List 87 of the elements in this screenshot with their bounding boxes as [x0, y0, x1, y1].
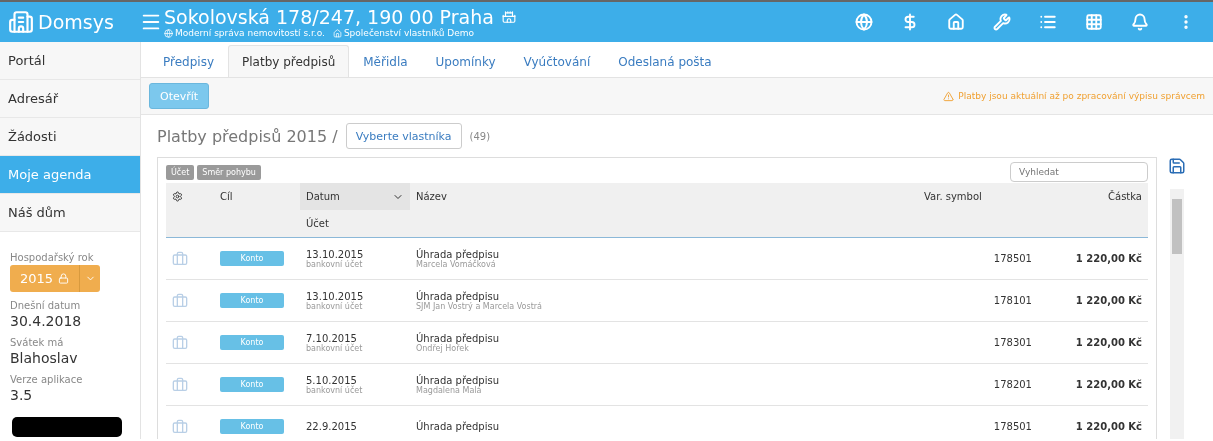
home-icon [332, 28, 342, 38]
symbol-cell: 178201 [993, 379, 1032, 390]
account-cell: bankovní účet [306, 301, 363, 311]
target-label: Konto [220, 377, 284, 392]
company-name: Moderní správa nemovitostí s.r.o. [175, 28, 325, 38]
column-header[interactable]: Datum [300, 183, 410, 210]
amount-cell: 1 220,00 Kč [1075, 379, 1142, 390]
payment-name: Úhrada předpisu [416, 421, 499, 432]
column-header[interactable]: Var. symbol [918, 183, 1038, 210]
briefcase-icon [172, 250, 188, 267]
scrollbar-track[interactable] [1170, 189, 1184, 439]
list-icon[interactable] [1039, 13, 1057, 31]
address-title: Sokolovská 178/247, 190 00 Praha [164, 6, 494, 28]
logo-text: Domsys [38, 11, 114, 33]
payment-name: Úhrada předpisu [416, 332, 499, 344]
date-cell: 13.10.2015 [306, 290, 364, 302]
settings-icon[interactable] [172, 191, 183, 202]
notifications-icon[interactable] [1131, 13, 1149, 31]
payment-name: Úhrada předpisu [416, 374, 499, 386]
briefcase-icon [172, 418, 188, 435]
info-label: Verze aplikace [10, 374, 84, 385]
tab[interactable]: Měřidla [349, 45, 422, 77]
tab[interactable]: Platby předpisů [228, 45, 350, 77]
date-cell: 22.9.2015 [306, 421, 357, 432]
symbol-cell: 178501 [993, 421, 1032, 432]
date-cell: 7.10.2015 [306, 332, 357, 344]
year-dropdown-button[interactable] [79, 265, 101, 292]
briefcase-icon [172, 376, 188, 393]
column-header[interactable]: Částka [1038, 183, 1148, 210]
tab[interactable]: Upomínky [421, 45, 510, 77]
wrench-icon[interactable] [993, 13, 1011, 31]
column-header[interactable]: Název [410, 183, 918, 210]
info-value: Blahoslav [10, 350, 79, 366]
sidebar-item[interactable]: Žádosti [0, 118, 140, 156]
globe-icon [164, 28, 173, 38]
export-icon[interactable] [1168, 157, 1186, 175]
warning-text: Platby jsou aktuální až po zpracování výpisu správcem [958, 91, 1205, 101]
globe-icon[interactable] [855, 13, 873, 31]
tab[interactable]: Vyúčtování [509, 45, 605, 77]
target-label: Konto [220, 419, 284, 434]
amount-cell: 1 220,00 Kč [1075, 253, 1142, 264]
target-label: Konto [220, 251, 284, 266]
account-cell: bankovní účet [306, 343, 363, 353]
account-cell: bankovní účet [306, 259, 363, 269]
info-label: Dnešní datum [10, 300, 82, 311]
payment-name: Úhrada předpisu [416, 290, 499, 302]
building-icon [8, 9, 34, 35]
info-value: 3.5 [10, 387, 34, 403]
column-header[interactable]: Cíl [214, 183, 300, 210]
owner-name: Marcela Vomáčková [416, 259, 496, 269]
sidebar-item[interactable]: Portál [0, 42, 140, 80]
payment-name: Úhrada předpisu [416, 248, 499, 260]
amount-cell: 1 220,00 Kč [1075, 295, 1142, 306]
lock-icon [58, 273, 70, 284]
page-title: Platby předpisů 2015 / [157, 126, 338, 146]
owner-name: Magdalena Malá [416, 385, 482, 395]
scrollbar-thumb[interactable] [1172, 199, 1182, 254]
rook-icon [501, 10, 516, 24]
target-label: Konto [220, 335, 284, 350]
search-field[interactable]: Vyhledat [1010, 162, 1148, 182]
briefcase-icon [172, 334, 188, 351]
association-name: Společenství vlastníků Demo [343, 28, 474, 38]
sidebar-item[interactable]: Náš dům [0, 194, 140, 232]
symbol-cell: 178301 [993, 337, 1032, 348]
owner-name: SJM Jan Vostrý a Marcela Vostrá [416, 301, 542, 311]
amount-cell: 1 220,00 Kč [1075, 421, 1142, 432]
amount-cell: 1 220,00 Kč [1075, 337, 1142, 348]
symbol-cell: 178501 [993, 253, 1032, 264]
info-label: Hospodařský rok [10, 252, 95, 263]
sidebar-item[interactable]: Adresář [0, 80, 140, 118]
home-icon[interactable] [947, 13, 965, 31]
briefcase-icon [172, 292, 188, 309]
info-label: Svátek má [10, 337, 65, 348]
tab[interactable]: Odeslaná pošta [604, 45, 726, 77]
tab[interactable]: Předpisy [149, 45, 228, 77]
date-cell: 5.10.2015 [306, 374, 357, 386]
target-label: Konto [220, 293, 284, 308]
account-cell: bankovní účet [306, 385, 363, 395]
date-cell: 13.10.2015 [306, 248, 364, 260]
info-value: 30.4.2018 [10, 313, 83, 329]
owner-name: Ondřej Hořek [416, 343, 469, 353]
warning-icon [943, 90, 955, 102]
owner-select-button[interactable]: Vyberte vlastníka [345, 123, 462, 149]
symbol-cell: 178101 [993, 295, 1032, 306]
grid-icon[interactable] [1085, 13, 1103, 31]
record-count: (49) [469, 130, 491, 142]
column-header[interactable]: Účet [300, 210, 410, 237]
